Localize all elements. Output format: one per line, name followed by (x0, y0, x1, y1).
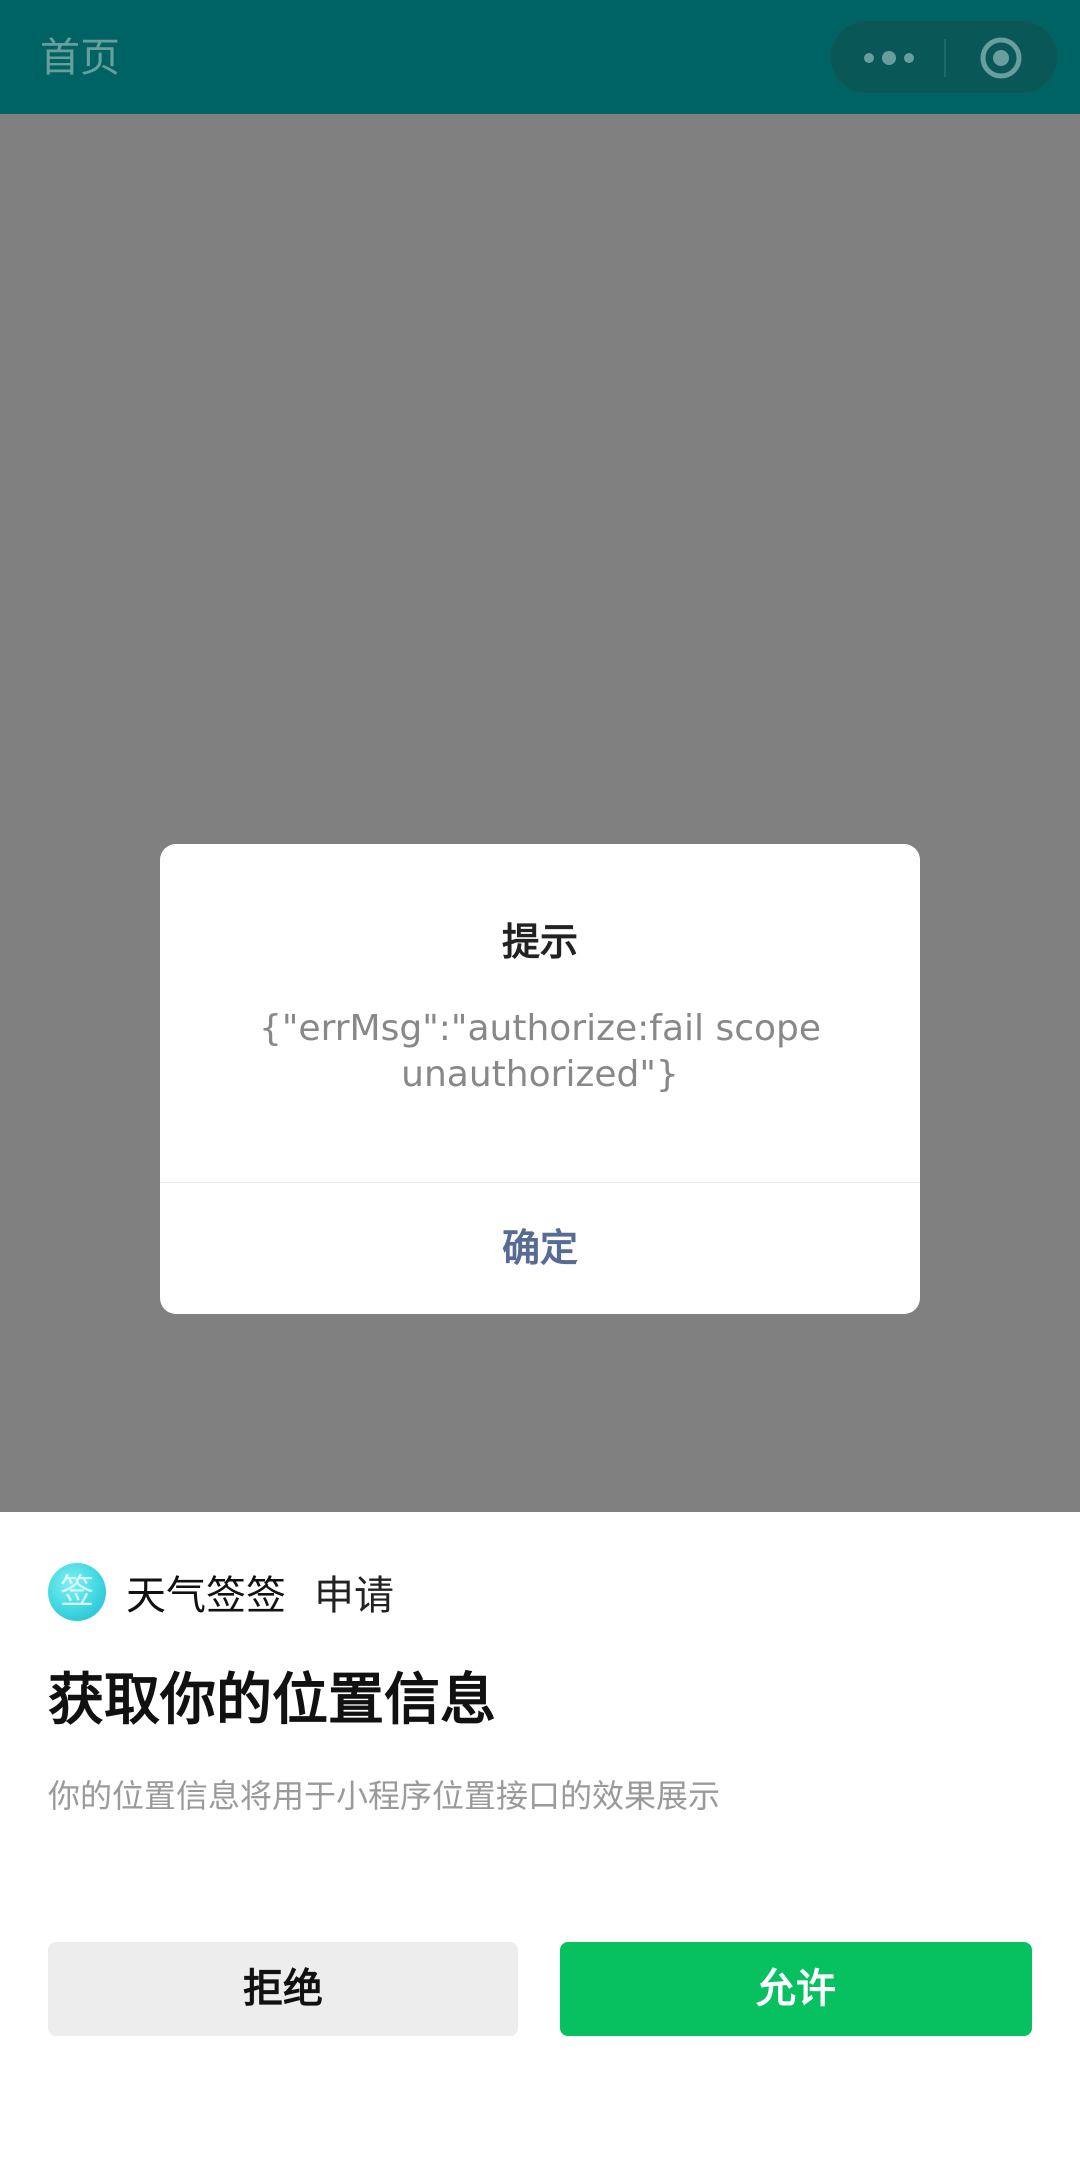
permission-description: 你的位置信息将用于小程序位置接口的效果展示 (48, 1777, 721, 1815)
app-name: 天气签签 (126, 1573, 286, 1619)
page-title: 首页 (40, 35, 120, 81)
capsule-divider (944, 39, 946, 77)
target-circle-icon[interactable] (979, 36, 1023, 80)
navigation-bar: 首页 (0, 0, 1080, 114)
request-label: 申请 (314, 1573, 394, 1619)
alert-title: 提示 (501, 920, 578, 964)
app-logo-glyph: 签 (60, 1572, 94, 1612)
app-info-row: 签 天气签签 申请 (48, 1562, 394, 1622)
allow-button[interactable]: 允许 (560, 1942, 1032, 2036)
authorization-sheet: 签 天气签签 申请 获取你的位置信息 你的位置信息将用于小程序位置接口的效果展示… (0, 1512, 1080, 2160)
alert-confirm-button[interactable]: 确定 (160, 1183, 920, 1314)
more-dots-icon[interactable] (861, 47, 917, 69)
reject-button[interactable]: 拒绝 (48, 1942, 518, 2036)
alert-message: {"errMsg":"authorize:fail scope unauthor… (258, 1008, 822, 1095)
permission-title: 获取你的位置信息 (48, 1668, 496, 1733)
alert-dialog: 提示 {"errMsg":"authorize:fail scope unaut… (160, 844, 920, 1314)
app-logo-icon: 签 (48, 1563, 106, 1621)
menu-capsule (830, 20, 1058, 94)
screen: 首页 提示 {"errMsg":"authorize:fail scope un… (0, 0, 1080, 2160)
